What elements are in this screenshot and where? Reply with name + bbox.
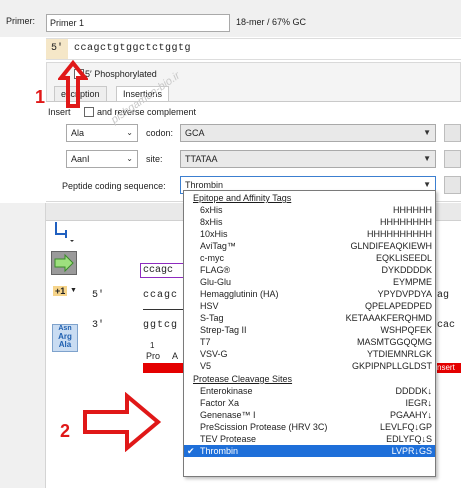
peptide-dropdown-list[interactable]: Epitope and Affinity Tags 6xHis HHHHHH 8x… [183,190,436,477]
codon-add-button[interactable] [444,124,461,142]
primer-name-input[interactable]: Primer 1 [46,14,230,32]
annotation-arrow-right-icon [83,392,162,452]
option-glu-glu[interactable]: Glu-Glu EYMPME [184,276,435,288]
amino-acid-select[interactable]: Ala ⌄ [66,124,138,142]
left-toolbar [0,203,46,488]
option-8xhis[interactable]: 8xHis HHHHHHHH [184,216,435,228]
translation-label-3: Ala [58,340,72,349]
dropdown-arrow-icon: ▼ [423,128,431,137]
chevron-down-icon: ▼ [70,287,77,294]
option-strep-tag[interactable]: Strep-Tag II WSHPQFEK [184,324,435,336]
primer-stats: 18-mer / 67% GC [236,17,307,27]
primer-sequence[interactable]: ccagctgtggctctggtg [74,43,191,54]
peptide-add-button[interactable] [444,176,461,194]
ruler-top [143,304,185,310]
cut-tool-icon[interactable] [52,218,74,244]
site-value: TTATAA [185,154,218,164]
strand-3-label: 3′ [92,320,105,331]
section-header-protease: Protease Cleavage Sites [193,374,293,384]
site-select[interactable]: TTATAA ▼ [180,150,436,168]
forward-arrow-button[interactable] [51,251,77,275]
option-t7[interactable]: T7 MASMTGGQQMG [184,336,435,348]
option-tev-protease[interactable]: TEV Protease EDLYFQ↓S [184,433,435,445]
chevron-down-icon: ⌄ [126,128,133,137]
primer-binding-box[interactable]: ccagc [140,263,184,278]
option-avitag[interactable]: AviTag™ GLNDIFEAQKIEWH [184,240,435,252]
option-genenase[interactable]: Genenase™ I PGAAHY↓ [184,409,435,421]
option-factor-xa[interactable]: Factor Xa IEGR↓ [184,397,435,409]
five-prime-marker: 5′ [46,39,68,59]
phosphorylated-label: 5′ Phosphorylated [85,69,157,79]
chevron-down-icon: ⌄ [126,154,133,163]
option-10xhis[interactable]: 10xHis HHHHHHHHHH [184,228,435,240]
codon-select[interactable]: GCA ▼ [180,124,436,142]
option-thrombin[interactable]: ✔ Thrombin LVPR↓GS [184,445,435,457]
codon-value: GCA [185,128,205,138]
peptide-label: Peptide coding sequence: [62,181,166,191]
option-flag[interactable]: FLAG® DYKDDDDK [184,264,435,276]
dropdown-arrow-icon: ▼ [423,154,431,163]
option-v5[interactable]: V5 GKPIPNPLLGLDST [184,360,435,372]
annotation-arrow-up-icon [58,60,88,108]
strand-5-label: 5′ [92,290,105,301]
site-label: site: [146,154,163,164]
peptide-value: Thrombin [185,180,224,190]
annotation-number-2: 2 [60,421,71,441]
option-vsv-g[interactable]: VSV-G YTDIEMNRLGK [184,348,435,360]
frame-selector[interactable]: +1 [53,286,68,296]
option-hemagglutinin[interactable]: Hemagglutinin (HA) YPYDVPDYA [184,288,435,300]
enzyme-select[interactable]: AanI ⌄ [66,150,138,168]
site-add-button[interactable] [444,150,461,168]
aa-number: 1 [150,341,155,350]
top-strand-end: ag [437,290,450,301]
option-enterokinase[interactable]: Enterokinase DDDDK↓ [184,385,435,397]
option-s-tag[interactable]: S-Tag KETAAAKFERQHMD [184,312,435,324]
insert-feature-bar[interactable] [143,363,185,373]
enzyme-value: AanI [71,154,90,164]
annotation-number-1: 1 [35,87,46,107]
option-6xhis[interactable]: 6xHis HHHHHH [184,204,435,216]
option-c-myc[interactable]: c-myc EQKLISEEDL [184,252,435,264]
aa-label-pro: Pro [146,351,161,361]
option-hsv[interactable]: HSV QPELAPEDPED [184,300,435,312]
codon-label: codon: [146,128,174,138]
bottom-strand-end: cac [437,320,456,331]
primer-label: Primer: [6,16,35,26]
insert-feature-label[interactable]: nsert [437,363,461,373]
translation-button[interactable]: Asn Arg Ala [52,324,78,352]
aa-label-a: A [172,351,179,361]
bottom-strand[interactable]: ggtcg [143,320,178,331]
option-prescission[interactable]: PreScission Protease (HRV 3C) LEVLFQ↓GP [184,421,435,433]
amino-acid-value: Ala [71,128,85,138]
checkmark-icon: ✔ [187,446,195,456]
top-strand[interactable]: ccagc [143,290,178,301]
arrow-right-icon [54,253,74,273]
section-header-epitope: Epitope and Affinity Tags [193,193,292,203]
